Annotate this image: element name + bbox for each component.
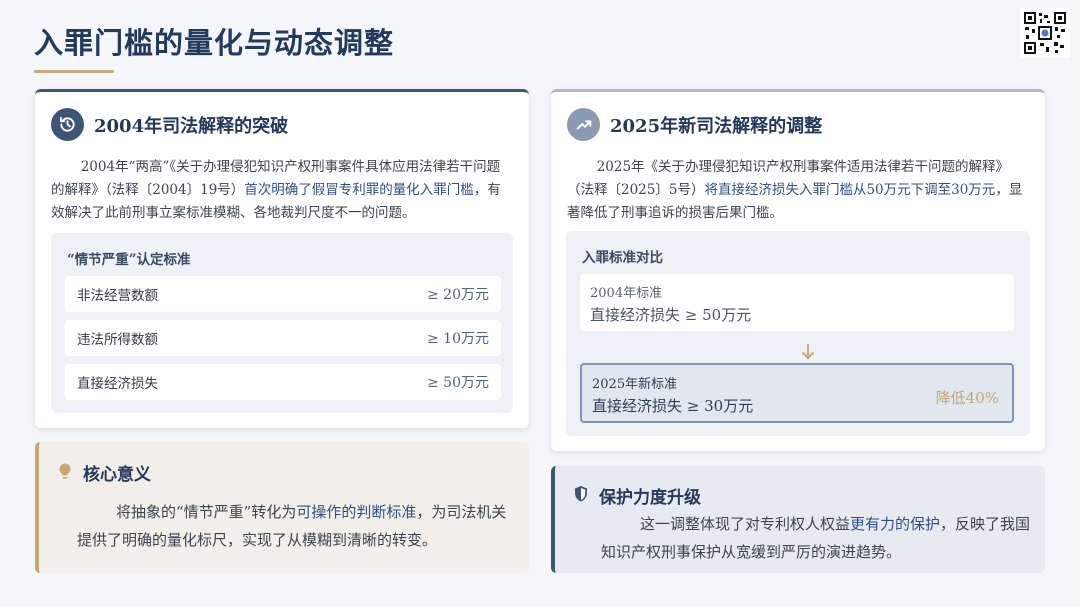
protection-upgrade-panel: 保护力度升级 这一调整体现了对专利权人权益更有力的保护，反映了我国知识产权刑事保… bbox=[551, 466, 1045, 573]
reduction-badge: 降低40% bbox=[935, 389, 999, 407]
new-standard: 2025年新标准 直接经济损失 ≥ 30万元 降低40% bbox=[580, 363, 1014, 423]
criteria-row: 非法经营数额 ≥ 20万元 bbox=[65, 276, 501, 312]
qr-code bbox=[1020, 8, 1070, 58]
trending-icon bbox=[567, 108, 600, 141]
shield-icon bbox=[573, 485, 589, 507]
card-title: 2025年新司法解释的调整 bbox=[610, 115, 823, 137]
card-2004-interpretation: 2004年司法解释的突破 2004年“两高”《关于办理侵犯知识产权刑事案件具体应… bbox=[35, 89, 529, 428]
criteria-row: 违法所得数额 ≥ 10万元 bbox=[65, 320, 501, 356]
highlight-text: 将直接经济损失入罪门槛从50万元下调至30万元 bbox=[704, 182, 996, 198]
card-paragraph: 2004年“两高”《关于办理侵犯知识产权刑事案件具体应用法律若干问题的解释》（法… bbox=[51, 159, 501, 221]
card-title: 2004年司法解释的突破 bbox=[94, 115, 289, 137]
page-title: 入罪门槛的量化与动态调整 bbox=[34, 26, 395, 60]
criteria-row: 直接经济损失 ≥ 50万元 bbox=[65, 364, 501, 400]
arrow-down-icon bbox=[800, 343, 816, 365]
panel-title: 保护力度升级 bbox=[599, 488, 701, 508]
history-icon bbox=[51, 108, 84, 141]
panel-text: 这一调整体现了对专利权人权益更有力的保护，反映了我国知识产权刑事保护从宽缓到严厉… bbox=[601, 515, 1031, 561]
title-underline bbox=[34, 70, 114, 73]
criteria-box: “情节严重”认定标准 非法经营数额 ≥ 20万元 违法所得数额 ≥ 10万元 直接经… bbox=[51, 233, 513, 413]
highlight-text: 更有力的保护 bbox=[850, 515, 941, 533]
lightbulb-icon bbox=[57, 462, 73, 484]
comparison-box: 入罪标准对比 2004年标准 直接经济损失 ≥ 50万元 2025年新标准 直接… bbox=[566, 231, 1030, 436]
comparison-title: 入罪标准对比 bbox=[582, 250, 663, 266]
highlight-text: 首次明确了假冒专利罪的量化入罪门槛 bbox=[244, 182, 474, 198]
card-paragraph: 2025年《关于办理侵犯知识产权刑事案件适用法律若干问题的解释》（法释〔2025… bbox=[567, 159, 1023, 221]
core-significance-panel: 核心意义 将抽象的“情节严重”转化为可操作的判断标准，为司法机关提供了明确的量化… bbox=[35, 442, 529, 573]
old-standard: 2004年标准 直接经济损失 ≥ 50万元 bbox=[580, 274, 1014, 331]
criteria-title: “情节严重”认定标准 bbox=[67, 252, 191, 268]
card-2025-interpretation: 2025年新司法解释的调整 2025年《关于办理侵犯知识产权刑事案件适用法律若干… bbox=[551, 89, 1045, 451]
panel-title: 核心意义 bbox=[83, 465, 151, 485]
panel-text: 将抽象的“情节严重”转化为可操作的判断标准，为司法机关提供了明确的量化标尺，实现… bbox=[77, 503, 507, 549]
highlight-text: 可操作的判断标准 bbox=[296, 503, 417, 521]
